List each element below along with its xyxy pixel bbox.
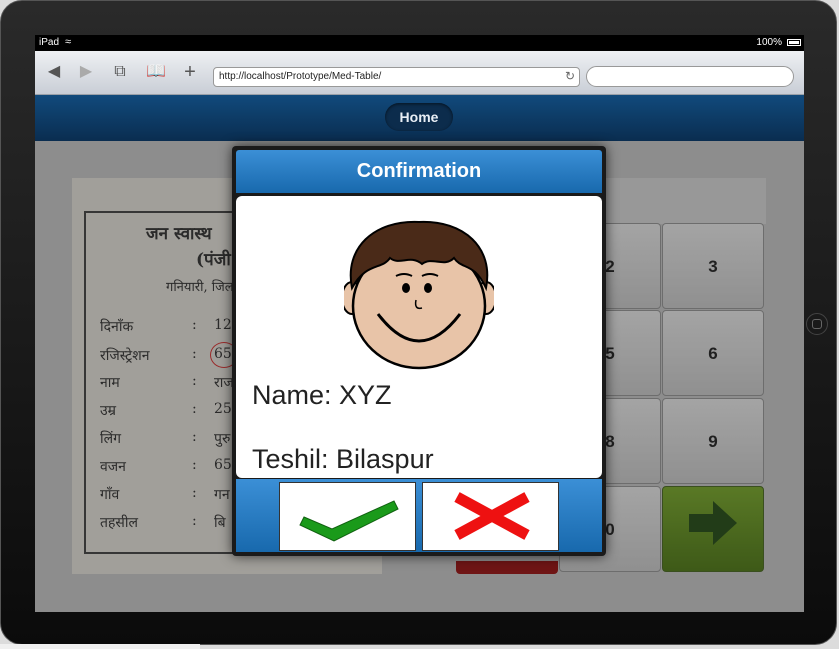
- bookmarks-icon[interactable]: 📖: [145, 63, 167, 81]
- dialog-body: Name: XYZ Teshil: Bilaspur: [236, 196, 602, 478]
- confirm-button[interactable]: [279, 482, 416, 551]
- forward-icon[interactable]: ▶: [75, 63, 97, 81]
- dialog-actions: [236, 479, 602, 552]
- avatar: [341, 218, 497, 375]
- battery-icon: [787, 39, 801, 46]
- confirmation-dialog: Confirmation Name: XYZ Teshil: Bilaspur: [232, 146, 606, 556]
- carrier-label: iPad: [39, 37, 60, 48]
- tabs-icon[interactable]: ⧉: [109, 63, 131, 81]
- battery-percent: 100%: [756, 37, 782, 48]
- close-icon: [423, 492, 558, 554]
- status-bar: iPad ≈ 100%: [35, 35, 804, 51]
- background-strip: [0, 644, 200, 649]
- patient-tehsil: Teshil: Bilaspur: [252, 444, 434, 474]
- add-icon[interactable]: +: [179, 62, 201, 82]
- back-icon[interactable]: ◀: [43, 63, 65, 81]
- cancel-button[interactable]: [422, 482, 559, 551]
- reload-icon[interactable]: ↻: [565, 69, 575, 83]
- url-field[interactable]: http://localhost/Prototype/Med-Table/ ↻: [213, 67, 580, 87]
- checkmark-icon: [280, 500, 415, 554]
- home-button[interactable]: Home: [385, 103, 453, 131]
- ipad-home-button[interactable]: [806, 313, 828, 335]
- app-header: Home: [35, 95, 804, 141]
- patient-name: Name: XYZ: [252, 380, 392, 410]
- url-text: http://localhost/Prototype/Med-Table/: [219, 71, 382, 82]
- dialog-title: Confirmation: [236, 150, 602, 193]
- screen: iPad ≈ 100% ◀ ▶ ⧉ 📖 + http://localhost/P…: [35, 35, 804, 612]
- browser-toolbar: ◀ ▶ ⧉ 📖 + http://localhost/Prototype/Med…: [35, 51, 804, 95]
- wifi-icon: ≈: [65, 36, 72, 48]
- search-field[interactable]: [586, 66, 794, 87]
